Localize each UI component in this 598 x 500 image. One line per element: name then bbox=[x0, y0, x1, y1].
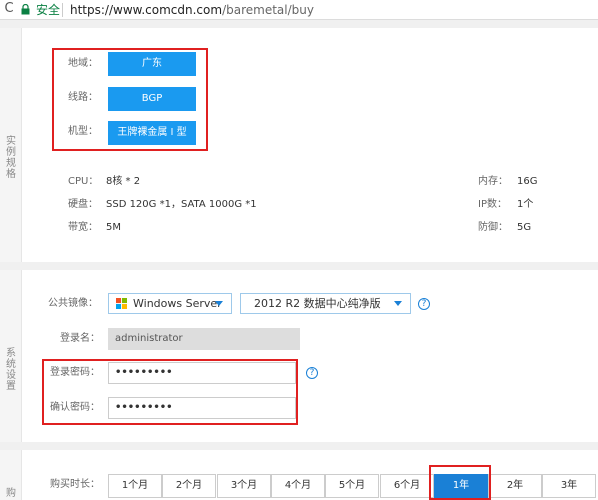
version-select-value: 2012 R2 数据中心纯净版 bbox=[254, 297, 381, 310]
version-select[interactable]: 2012 R2 数据中心纯净版 bbox=[240, 293, 411, 314]
confirm-password-label: 确认密码： bbox=[50, 402, 100, 413]
windows-icon bbox=[116, 298, 127, 309]
system-panel: 系统设置 公共镜像： Windows Server 2012 R2 数据中心纯净… bbox=[0, 270, 598, 442]
duration-option[interactable]: 2个月 bbox=[162, 474, 216, 498]
os-select[interactable]: Windows Server bbox=[108, 293, 232, 314]
line-label: 线路： bbox=[68, 92, 98, 103]
disk-value: SSD 120G *1，SATA 1000G *1 bbox=[106, 199, 257, 210]
duration-highlight-box bbox=[429, 465, 491, 500]
chevron-down-icon bbox=[394, 301, 402, 306]
cpu-value: 8核 * 2 bbox=[106, 176, 141, 187]
defense-label: 防御： bbox=[478, 222, 508, 233]
region-label: 地域： bbox=[68, 58, 98, 69]
help-icon[interactable]: ? bbox=[418, 298, 430, 310]
purchase-side-label: 购 bbox=[6, 488, 16, 499]
system-side-bar: 系统设置 bbox=[0, 270, 22, 442]
url-field[interactable]: https://www.comcdn.com/baremetal/buy bbox=[70, 2, 314, 18]
model-label: 机型： bbox=[68, 126, 98, 137]
login-name-field: administrator bbox=[108, 328, 300, 350]
image-label: 公共镜像： bbox=[48, 298, 98, 309]
purchase-side-bar: 购 bbox=[0, 450, 22, 500]
duration-option[interactable]: 4个月 bbox=[271, 474, 325, 498]
url-host: https://www.comcdn.com bbox=[70, 3, 223, 17]
login-label: 登录名： bbox=[60, 333, 100, 344]
model-option[interactable]: 王牌裸金属 I 型 bbox=[108, 121, 196, 145]
duration-option[interactable]: 1个月 bbox=[108, 474, 162, 498]
password-label: 登录密码： bbox=[50, 367, 100, 378]
duration-option[interactable]: 2年 bbox=[488, 474, 542, 498]
help-icon[interactable]: ? bbox=[306, 367, 318, 379]
duration-option[interactable]: 3个月 bbox=[217, 474, 271, 498]
reload-icon[interactable]: C bbox=[2, 1, 16, 17]
duration-label: 购买时长： bbox=[50, 479, 100, 490]
spec-side-bar: 实例规格 bbox=[0, 28, 22, 262]
confirm-password-field[interactable]: ••••••••• bbox=[108, 397, 296, 419]
duration-option[interactable]: 5个月 bbox=[325, 474, 379, 498]
browser-address-bar: C 安全 https://www.comcdn.com/baremetal/bu… bbox=[0, 0, 598, 20]
bandwidth-value: 5M bbox=[106, 222, 121, 233]
os-select-value: Windows Server bbox=[133, 297, 222, 310]
memory-label: 内存： bbox=[478, 176, 508, 187]
url-path: /baremetal/buy bbox=[222, 3, 314, 17]
disk-label: 硬盘： bbox=[68, 199, 98, 210]
line-option-bgp[interactable]: BGP bbox=[108, 87, 196, 111]
password-field[interactable]: ••••••••• bbox=[108, 362, 296, 384]
defense-value: 5G bbox=[517, 222, 532, 233]
address-separator bbox=[62, 3, 63, 17]
secure-label: 安全 bbox=[36, 3, 61, 17]
spec-panel: 实例规格 地域： 广东 线路： BGP 机型： 王牌裸金属 I 型 CPU： 8… bbox=[0, 28, 598, 262]
duration-option[interactable]: 6个月 bbox=[380, 474, 434, 498]
ip-label: IP数： bbox=[478, 199, 507, 210]
memory-value: 16G bbox=[517, 176, 538, 187]
region-option-guangdong[interactable]: 广东 bbox=[108, 52, 196, 76]
bandwidth-label: 带宽： bbox=[68, 222, 98, 233]
chevron-down-icon bbox=[215, 301, 223, 306]
lock-icon bbox=[21, 4, 30, 15]
spec-side-label: 实例规格 bbox=[6, 136, 16, 180]
ip-value: 1个 bbox=[517, 199, 534, 210]
cpu-label: CPU： bbox=[68, 176, 99, 187]
system-side-label: 系统设置 bbox=[6, 348, 16, 392]
duration-option[interactable]: 3年 bbox=[542, 474, 596, 498]
